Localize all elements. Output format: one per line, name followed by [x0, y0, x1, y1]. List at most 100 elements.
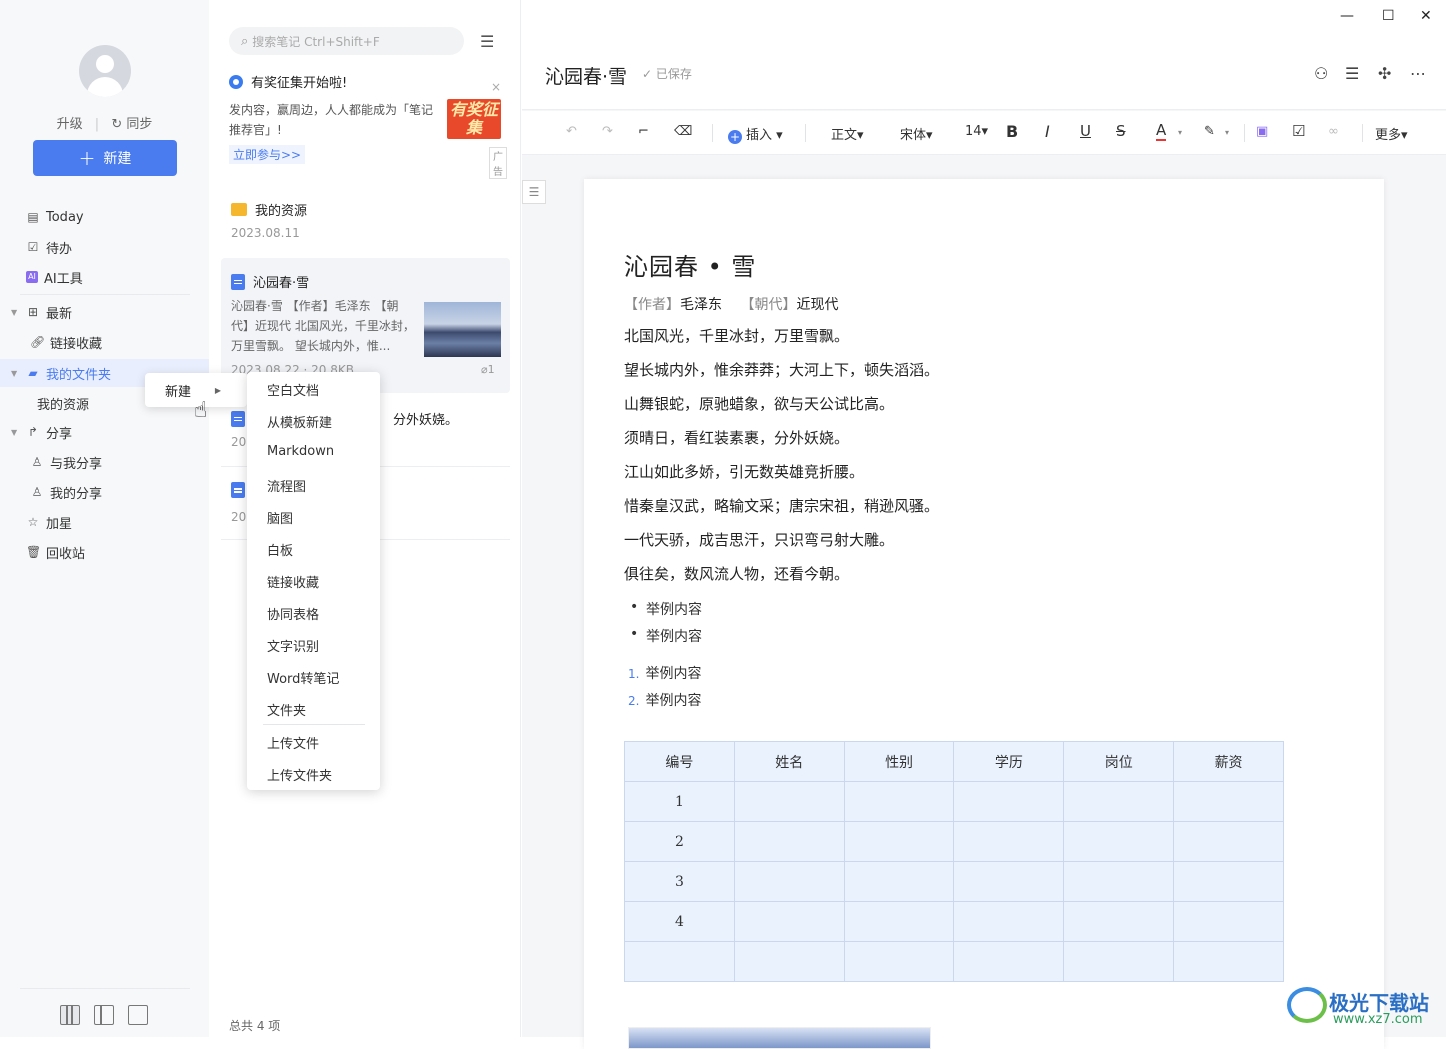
table-cell[interactable]: 1 — [624, 781, 735, 822]
chevron-down-icon[interactable]: ▾ — [1178, 128, 1182, 137]
document-title[interactable]: 沁园春·雪 — [545, 62, 627, 89]
new-button[interactable]: + 新建 — [33, 140, 177, 176]
table-cell[interactable] — [843, 901, 955, 942]
table-header[interactable]: 性别 — [843, 741, 955, 782]
table-cell[interactable] — [1063, 941, 1175, 982]
sync-link[interactable]: 同步 — [126, 117, 152, 132]
menu-item-collab-sheet[interactable]: 协同表格 — [267, 604, 319, 623]
more-icon[interactable]: ⋯ — [1410, 64, 1426, 83]
menu-item-upload-folder[interactable]: 上传文件夹 — [267, 765, 332, 784]
table-header[interactable]: 薪资 — [1173, 741, 1284, 782]
menu-item-folder[interactable]: 文件夹 — [267, 700, 306, 719]
mindmap-icon[interactable]: ✣ — [1378, 64, 1391, 83]
table-cell[interactable] — [1173, 821, 1284, 862]
font-size-select[interactable]: 14▾ — [965, 124, 988, 139]
menu-item-from-template[interactable]: 从模板新建 — [267, 412, 332, 431]
table-cell[interactable] — [733, 781, 845, 822]
menu-item-markdown[interactable]: Markdown — [267, 444, 334, 459]
table-cell[interactable] — [733, 821, 845, 862]
table-cell[interactable]: 2 — [624, 821, 735, 862]
format-painter-icon[interactable]: ⌐ — [638, 124, 649, 139]
table-cell[interactable]: 4 — [624, 901, 735, 942]
font-color-icon[interactable]: A — [1156, 121, 1167, 141]
sidebar-item-shared-with-me[interactable]: ♙ 与我分享 — [0, 448, 209, 476]
search-input[interactable]: ⌕ 搜索笔记 Ctrl+Shift+F — [229, 27, 464, 55]
table-header[interactable]: 编号 — [624, 741, 735, 782]
menu-item-whiteboard[interactable]: 白板 — [267, 540, 293, 559]
eraser-icon[interactable]: ⌫ — [674, 124, 692, 139]
strikethrough-icon[interactable]: S — [1116, 122, 1126, 140]
table-cell[interactable] — [1063, 861, 1175, 902]
expand-icon[interactable]: ▼ — [11, 308, 17, 317]
menu-item-link-collection[interactable]: 链接收藏 — [267, 572, 319, 591]
insert-button[interactable]: + 插入 ▾ — [728, 124, 783, 144]
table-cell[interactable] — [953, 781, 1065, 822]
chevron-down-icon[interactable]: ▾ — [1225, 128, 1229, 137]
sidebar-item-trash[interactable]: 🗑︎ 回收站 — [0, 538, 209, 566]
sidebar-item-starred[interactable]: ☆ 加星 — [0, 508, 209, 536]
menu-item-blank-doc[interactable]: 空白文档 — [267, 380, 319, 399]
table-header[interactable]: 岗位 — [1063, 741, 1175, 782]
table-cell[interactable] — [953, 821, 1065, 862]
link-icon[interactable]: ∞ — [1328, 124, 1339, 139]
menu-item-upload-file[interactable]: 上传文件 — [267, 733, 319, 752]
close-icon[interactable]: ✕ — [1420, 8, 1432, 24]
upgrade-link[interactable]: 升级 — [57, 117, 83, 132]
underline-icon[interactable]: U — [1080, 122, 1091, 140]
task-checkbox-icon[interactable]: ☑ — [1292, 122, 1305, 140]
highlight-icon[interactable]: ✎ — [1204, 124, 1215, 139]
table-cell[interactable] — [843, 861, 955, 902]
sidebar-item-today[interactable]: ▤ Today — [0, 203, 209, 231]
table-cell[interactable] — [1173, 781, 1284, 822]
table-cell[interactable] — [843, 941, 955, 982]
more-button[interactable]: 更多▾ — [1375, 124, 1408, 143]
table-cell[interactable] — [953, 861, 1065, 902]
table-cell[interactable] — [1063, 781, 1175, 822]
embedded-image[interactable] — [628, 1027, 931, 1049]
document-table[interactable]: 编号 姓名 性别 学历 岗位 薪资 1234 — [624, 741, 1284, 982]
three-column-layout-icon[interactable] — [60, 1005, 80, 1025]
list-item[interactable]: 我的资源 2023.08.11 — [221, 190, 510, 250]
find-icon[interactable]: ☰ — [1345, 64, 1359, 83]
table-cell[interactable] — [1063, 901, 1175, 942]
table-cell[interactable] — [733, 901, 845, 942]
single-column-layout-icon[interactable] — [128, 1005, 148, 1025]
sidebar-item-ai-tools[interactable]: AI AI工具 — [0, 263, 209, 291]
two-column-layout-icon[interactable] — [94, 1005, 114, 1025]
sidebar-item-my-shares[interactable]: ♙ 我的分享 — [0, 478, 209, 506]
menu-item-word-to-note[interactable]: Word转笔记 — [267, 668, 339, 687]
table-cell[interactable] — [953, 941, 1065, 982]
table-cell[interactable] — [843, 781, 955, 822]
italic-icon[interactable]: I — [1045, 122, 1050, 141]
redo-icon[interactable]: ↷ — [602, 124, 613, 139]
collaborate-icon[interactable]: ⚇ — [1314, 64, 1328, 83]
sort-icon[interactable]: ☰ — [480, 32, 494, 51]
ad-image[interactable]: 有奖征集 — [447, 99, 501, 139]
maximize-icon[interactable]: ☐ — [1382, 8, 1395, 24]
menu-item-ocr[interactable]: 文字识别 — [267, 636, 319, 655]
sidebar-item-recent[interactable]: ▼ ⊞ 最新 — [0, 298, 209, 326]
sidebar-item-link-collection[interactable]: 🔗︎ 链接收藏 — [0, 328, 209, 356]
table-cell[interactable] — [1173, 861, 1284, 902]
sidebar-item-share[interactable]: ▼ ↱ 分享 — [0, 418, 209, 446]
avatar[interactable] — [79, 45, 131, 97]
menu-item-flowchart[interactable]: 流程图 — [267, 476, 306, 495]
document-page[interactable]: 沁园春 • 雪 【作者】毛泽东 【朝代】近现代 北国风光，千里冰封，万里雪飘。 … — [584, 179, 1384, 1049]
undo-icon[interactable]: ↶ — [566, 124, 577, 139]
minimize-icon[interactable]: — — [1340, 8, 1354, 24]
table-header[interactable]: 姓名 — [733, 741, 845, 782]
table-cell[interactable] — [624, 941, 735, 982]
bold-icon[interactable]: B — [1006, 122, 1018, 141]
table-cell[interactable] — [1063, 821, 1175, 862]
expand-icon[interactable]: ▼ — [11, 369, 17, 378]
table-cell[interactable] — [1173, 941, 1284, 982]
outline-toggle-icon[interactable]: ☰ — [522, 180, 546, 204]
table-cell[interactable] — [733, 941, 845, 982]
table-cell[interactable] — [733, 861, 845, 902]
table-cell[interactable] — [843, 821, 955, 862]
table-cell[interactable]: 3 — [624, 861, 735, 902]
menu-item-mindmap[interactable]: 脑图 — [267, 508, 293, 527]
table-cell[interactable] — [1173, 901, 1284, 942]
sidebar-item-todo[interactable]: ☑ 待办 — [0, 233, 209, 261]
ai-icon[interactable]: ▣ — [1256, 124, 1268, 139]
